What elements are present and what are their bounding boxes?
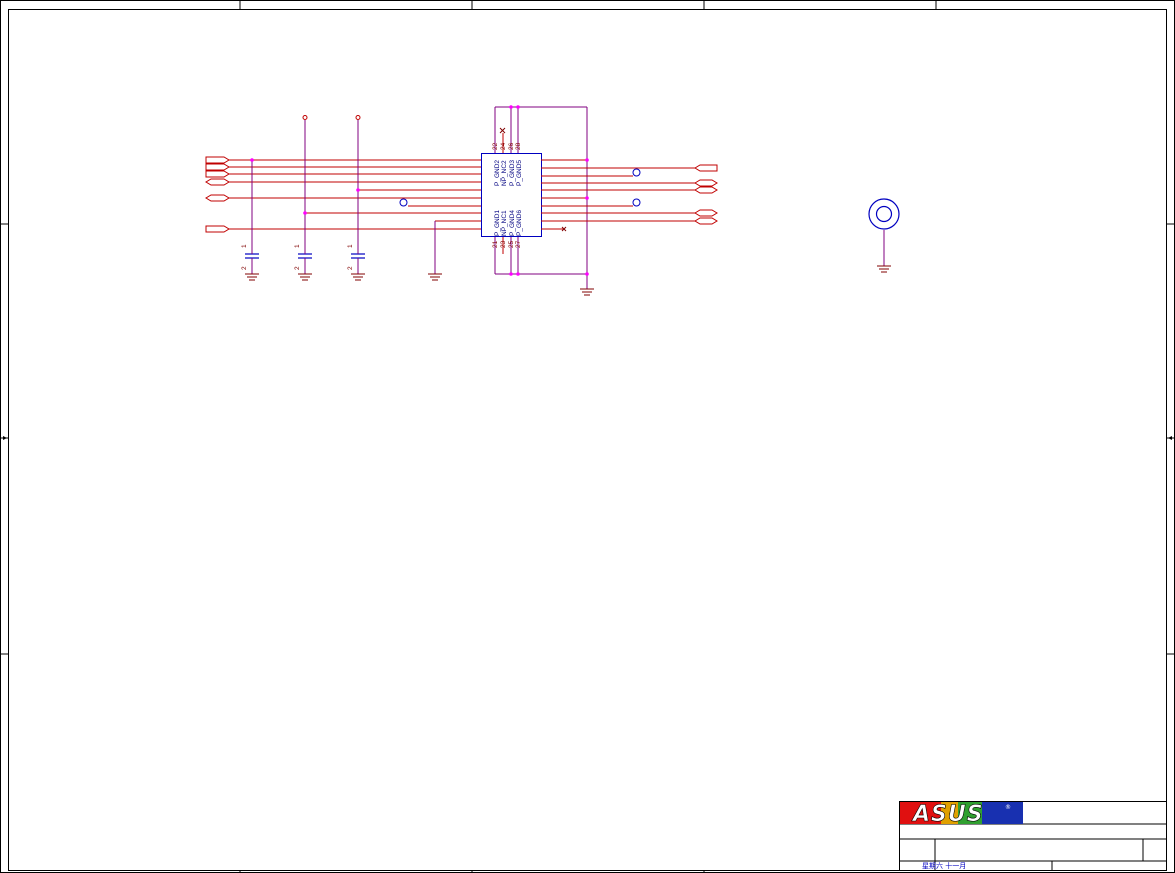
port-flag-bidir (694, 209, 718, 217)
ic-pin-number: 25 (508, 240, 515, 248)
right-signal-wires (541, 159, 695, 232)
ic-pin-label: P_GND4 (509, 210, 516, 236)
cap-pin2-label: 2 (241, 266, 248, 270)
ground-icon (428, 273, 442, 281)
test-point-icon (632, 168, 641, 177)
ic-pin-label: P_GND1 (494, 210, 501, 236)
date-text: 星期六 十一月 (922, 861, 966, 870)
ic-pin-number: 22 (492, 142, 499, 150)
cap-pin1-label: 1 (347, 244, 354, 248)
capacitor-c2: 1 2 (294, 244, 312, 274)
power-pin-icon (355, 115, 361, 120)
cap-pin1-label: 1 (241, 244, 248, 248)
cap-pin1-label: 1 (294, 244, 301, 248)
ic-pin-number: 23 (500, 240, 507, 248)
registered-mark: ® (1005, 804, 1011, 811)
port-flag-bidir (694, 217, 718, 225)
ic-pin-number: 28 (515, 142, 522, 150)
ic-pin-label: P_GND5 (516, 160, 523, 186)
capacitor-c1: 1 2 (241, 244, 259, 274)
ground-icon (877, 265, 891, 273)
port-flag (205, 170, 230, 178)
ic-pin-label: P_GND3 (509, 160, 516, 186)
port-flag (694, 164, 718, 172)
input-ports (205, 156, 230, 233)
capacitors: 1 2 1 2 1 2 (241, 244, 365, 274)
asus-logo: ASUS ® (900, 802, 1023, 827)
ground-icon (351, 273, 365, 281)
cap-pin2-label: 2 (294, 266, 301, 270)
test-point-icon (632, 198, 641, 207)
cap-pin2-label: 2 (347, 266, 354, 270)
ic-pin-label: NP_NC1 (501, 210, 508, 236)
ground-icon (580, 288, 594, 296)
ground-icon (245, 273, 259, 281)
capacitor-c3: 1 2 (347, 244, 365, 274)
asus-logo-text: ASUS (911, 802, 984, 827)
left-signal-wires (229, 159, 481, 230)
title-block: ASUS ® 星期六 十一月 (899, 801, 1167, 871)
port-flag-bidir (694, 179, 718, 187)
ic-pin-label: NP_NC2 (501, 160, 508, 186)
test-point-icon (399, 198, 408, 207)
port-flag-bidir (694, 186, 718, 194)
ic-pin-label: P_GND6 (516, 210, 523, 236)
schematic-sheet: 1 2 1 2 1 2 P_GND2 NP_NC2 P_GND3 P_GND5 … (0, 0, 1175, 873)
power-pins (251, 115, 361, 246)
port-flag-bidir (205, 178, 230, 186)
power-pin-icon (302, 115, 308, 120)
port-flag (205, 156, 230, 164)
ic-pin-number: 24 (500, 142, 507, 150)
ic-pin-number: 27 (515, 240, 522, 248)
output-ports (694, 164, 718, 225)
port-flag (205, 225, 230, 233)
ground-icon (298, 273, 312, 281)
ic-pin-label: P_GND2 (494, 160, 501, 186)
port-flag-bidir (205, 194, 230, 202)
connector-ic: P_GND2 NP_NC2 P_GND3 P_GND5 22 24 26 28 … (481, 142, 542, 248)
ic-pin-number: 21 (492, 240, 499, 248)
mounting-hole-icon (868, 198, 900, 230)
ground-symbols (245, 107, 891, 296)
port-flag (205, 163, 230, 171)
ic-pin-number: 26 (508, 142, 515, 150)
